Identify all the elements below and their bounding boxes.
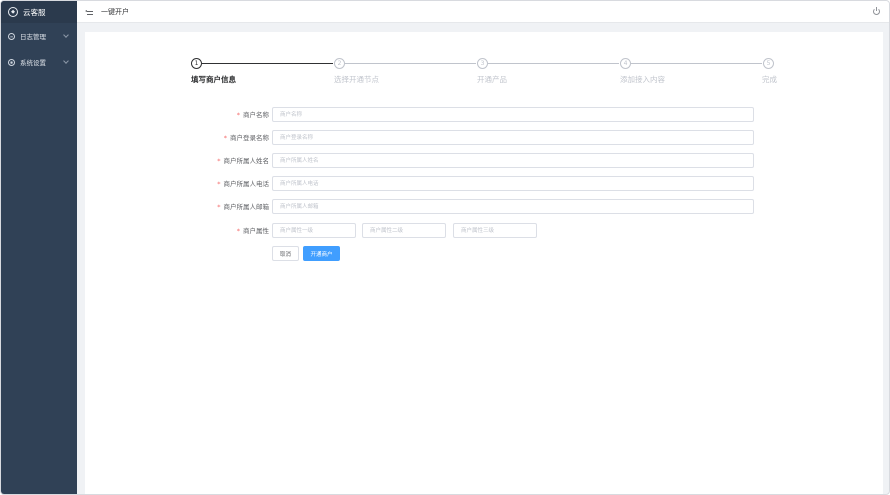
open-merchant-button[interactable]: 开通商户 (303, 246, 340, 261)
step-4-circle: 4 (620, 58, 631, 69)
main-content: 1 2 3 4 5 填写商户信息 选择开通节点 开通产品 添加接入内容 完成 *… (85, 32, 883, 494)
form-row-owner-phone: * 商户所属人电话 (85, 176, 883, 191)
gear-icon: ✱ (8, 58, 15, 66)
chevron-down-icon (63, 58, 69, 64)
owner-phone-input[interactable] (272, 176, 754, 191)
step-1-circle: 1 (191, 58, 202, 69)
step-5-circle: 5 (763, 58, 774, 69)
owner-name-input[interactable] (272, 153, 754, 168)
page-title: 一键开户 (101, 7, 129, 16)
attribute-level1-select[interactable] (272, 223, 356, 238)
step-1-label: 填写商户信息 (191, 75, 236, 84)
form-row-owner-email: * 商户所属人邮箱 (85, 199, 883, 214)
step-3-label: 开通产品 (477, 75, 507, 84)
step-4-label: 添加接入内容 (620, 75, 665, 84)
logout-power-icon[interactable] (873, 7, 880, 15)
step-connector (488, 63, 619, 64)
sidebar-item-system-settings[interactable]: ✱ 系统设置 (1, 49, 77, 75)
sidebar-item-label: 系统设置 (20, 59, 46, 67)
menu-fold-icon[interactable] (85, 8, 93, 15)
owner-email-label: * 商户所属人邮箱 (217, 203, 269, 211)
merchant-name-label: * 商户名称 (236, 111, 269, 119)
logo[interactable]: ◆ 云客服 (1, 1, 77, 23)
attributes-label: * 商户属性 (236, 227, 269, 235)
logo-shield-icon: ◆ (8, 7, 18, 17)
step-connector (345, 63, 476, 64)
login-name-input[interactable] (272, 130, 754, 145)
step-3-circle: 3 (477, 58, 488, 69)
sidebar-item-label: 日志管理 (20, 33, 46, 41)
logo-text: 云客服 (23, 7, 46, 17)
owner-phone-label: * 商户所属人电话 (217, 180, 269, 188)
step-2-label: 选择开通节点 (334, 75, 379, 84)
login-name-label: * 商户登录名称 (223, 134, 269, 142)
merchant-name-input[interactable] (272, 107, 754, 122)
step-connector (202, 63, 333, 64)
cancel-button[interactable]: 取消 (272, 246, 299, 261)
app-window: ◆ 云客服 ≡ 日志管理 ✱ 系统设置 一键开户 1 2 3 4 5 填写商户信… (0, 0, 890, 495)
form-row-attributes: * 商户属性 (85, 223, 883, 238)
step-connector (631, 63, 762, 64)
log-icon: ≡ (8, 32, 15, 40)
sidebar-item-log-management[interactable]: ≡ 日志管理 (1, 23, 77, 49)
attribute-level2-select[interactable] (362, 223, 446, 238)
form-row-login-name: * 商户登录名称 (85, 130, 883, 145)
sidebar: ◆ 云客服 ≡ 日志管理 ✱ 系统设置 (1, 1, 77, 494)
form-row-owner-name: * 商户所属人姓名 (85, 153, 883, 168)
top-header: 一键开户 (77, 1, 889, 23)
step-2-circle: 2 (334, 58, 345, 69)
attribute-level3-select[interactable] (453, 223, 537, 238)
owner-name-label: * 商户所属人姓名 (217, 157, 269, 165)
step-5-label: 完成 (762, 75, 777, 84)
chevron-down-icon (63, 32, 69, 38)
form-row-merchant-name: * 商户名称 (85, 107, 883, 122)
owner-email-input[interactable] (272, 199, 754, 214)
